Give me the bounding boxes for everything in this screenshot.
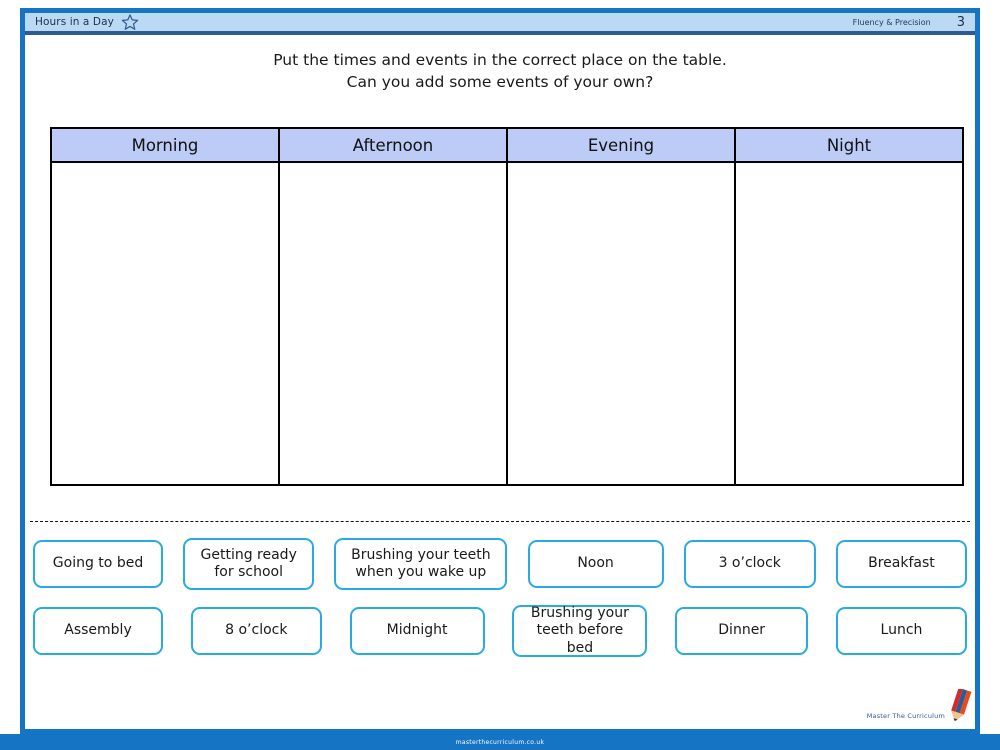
- card-brushing-bed[interactable]: Brushing your teeth before bed: [512, 605, 648, 657]
- card-bank: Going to bed Getting ready for school Bru…: [30, 538, 970, 657]
- header-left-group: Hours in a Day: [35, 13, 139, 31]
- answer-cell-night[interactable]: [734, 161, 964, 486]
- card-breakfast[interactable]: Breakfast: [835, 540, 967, 588]
- instruction-line-1: Put the times and events in the correct …: [273, 51, 727, 69]
- card-dinner[interactable]: Dinner: [675, 607, 809, 655]
- instructions: Put the times and events in the correct …: [25, 49, 975, 93]
- star-outline-icon: [121, 13, 139, 31]
- card-3-oclock[interactable]: 3 o’clock: [683, 540, 816, 588]
- header-right-group: Fluency & Precision 3: [853, 15, 975, 30]
- brand-logo: Master The Curriculum: [867, 689, 973, 723]
- column-header-morning: Morning: [50, 127, 280, 163]
- page-frame: Hours in a Day Fluency & Precision 3 Put…: [20, 8, 980, 734]
- column-header-evening: Evening: [506, 127, 736, 163]
- page-title: Hours in a Day: [35, 16, 114, 28]
- card-midnight[interactable]: Midnight: [349, 607, 485, 655]
- footer-url: masterthecurriculum.co.uk: [455, 738, 545, 746]
- brand-text: Master The Curriculum: [866, 712, 945, 720]
- page-number: 3: [956, 14, 965, 30]
- card-8-oclock[interactable]: 8 o’clock: [190, 607, 322, 655]
- card-brushing-wake[interactable]: Brushing your teeth when you wake up: [334, 538, 508, 590]
- dashed-divider: [30, 521, 970, 522]
- table-answer-row: [50, 161, 964, 486]
- card-noon[interactable]: Noon: [527, 540, 664, 588]
- footer-strip: masterthecurriculum.co.uk: [0, 734, 1000, 750]
- answer-cell-afternoon[interactable]: [278, 161, 508, 486]
- sorting-table: Morning Afternoon Evening Night: [50, 127, 964, 486]
- card-lunch[interactable]: Lunch: [835, 607, 967, 655]
- pencil-icon: [947, 689, 973, 723]
- answer-cell-evening[interactable]: [506, 161, 736, 486]
- card-getting-ready[interactable]: Getting ready for school: [183, 538, 315, 590]
- table-header-row: Morning Afternoon Evening Night: [50, 127, 964, 163]
- card-row-2: Assembly 8 o’clock Midnight Brushing you…: [30, 605, 970, 657]
- column-header-afternoon: Afternoon: [278, 127, 508, 163]
- card-row-1: Going to bed Getting ready for school Bru…: [30, 538, 970, 590]
- header-bar: Hours in a Day Fluency & Precision 3: [25, 13, 975, 35]
- instruction-line-2: Can you add some events of your own?: [346, 73, 654, 91]
- card-assembly[interactable]: Assembly: [33, 607, 163, 655]
- answer-cell-morning[interactable]: [50, 161, 280, 486]
- worksheet-page: Hours in a Day Fluency & Precision 3 Put…: [0, 0, 1000, 750]
- subject-label: Fluency & Precision: [852, 17, 931, 27]
- column-header-night: Night: [734, 127, 964, 163]
- card-going-to-bed[interactable]: Going to bed: [33, 540, 163, 588]
